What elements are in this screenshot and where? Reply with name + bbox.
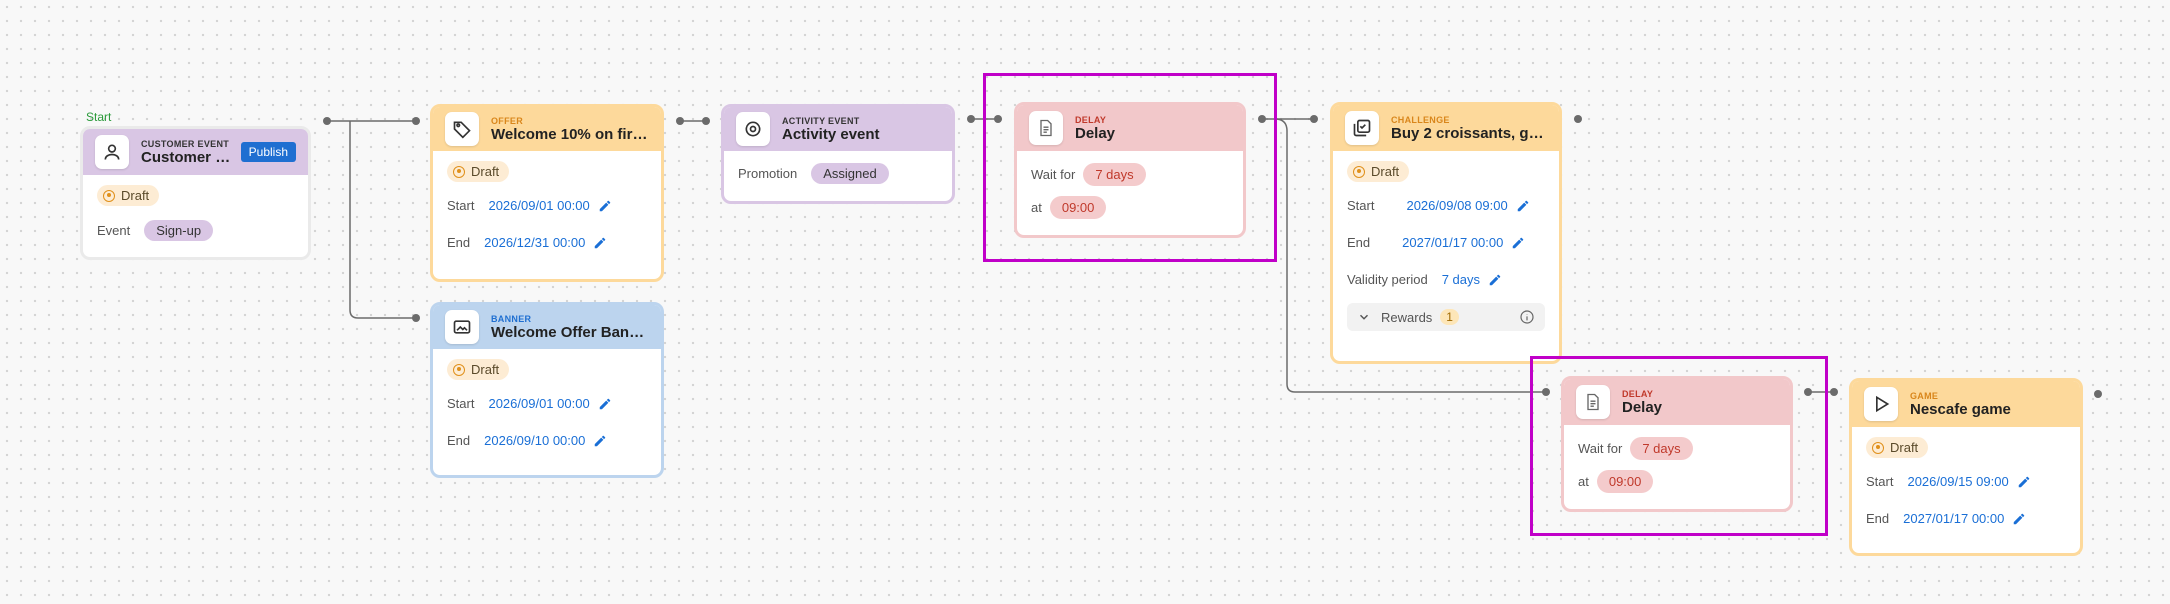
tag-icon <box>445 112 479 146</box>
customer-event-node[interactable]: Customer event Customer event Publish Dr… <box>80 126 311 260</box>
status-badge: Draft <box>447 161 510 182</box>
pencil-icon[interactable] <box>598 397 612 411</box>
output-handle[interactable] <box>967 115 975 123</box>
rewards-label: Rewards <box>1381 309 1433 325</box>
start-label: Start <box>447 198 475 213</box>
output-handle[interactable] <box>1574 115 1582 123</box>
end-label: End <box>1347 235 1371 250</box>
pencil-icon[interactable] <box>593 236 607 250</box>
play-icon <box>1864 387 1898 421</box>
node-title: Customer event <box>141 148 233 166</box>
start-label: Start <box>86 110 112 124</box>
pencil-icon[interactable] <box>1516 199 1530 213</box>
draft-icon <box>103 189 115 202</box>
node-title: Nescafe game <box>1910 400 2011 418</box>
draft-icon <box>453 165 465 178</box>
end-date[interactable]: 2027/01/17 00:00 <box>1903 511 2004 526</box>
chevron-down-icon[interactable] <box>1357 310 1371 324</box>
event-value: Sign-up <box>144 220 214 241</box>
start-label: Start <box>1866 474 1894 489</box>
input-handle[interactable] <box>1830 388 1838 396</box>
node-type: Banner <box>491 313 532 324</box>
end-date[interactable]: 2026/09/10 00:00 <box>484 433 585 448</box>
node-title: Welcome 10% on first bas... <box>491 125 649 143</box>
target-icon <box>736 112 770 146</box>
start-label: Start <box>1347 198 1375 213</box>
start-date[interactable]: 2026/09/01 00:00 <box>488 198 589 213</box>
banner-node[interactable]: Banner Welcome Offer Banner Draft Start 2… <box>430 302 664 478</box>
start-date[interactable]: 2026/09/08 09:00 <box>1406 198 1507 213</box>
pencil-icon[interactable] <box>2017 475 2031 489</box>
start-date[interactable]: 2026/09/01 00:00 <box>488 396 589 411</box>
pencil-icon[interactable] <box>1488 273 1502 287</box>
node-type: Activity event <box>782 115 860 126</box>
info-icon[interactable] <box>1519 309 1535 325</box>
promotion-value: Assigned <box>811 163 889 184</box>
end-label: End <box>447 235 471 250</box>
pencil-icon[interactable] <box>1511 236 1525 250</box>
end-date[interactable]: 2026/12/31 00:00 <box>484 235 585 250</box>
offer-node[interactable]: Offer Welcome 10% on first bas... Draft … <box>430 104 664 282</box>
game-node[interactable]: Game Nescafe game Draft Start 2026/09/15 … <box>1849 378 2083 556</box>
start-date[interactable]: 2026/09/15 09:00 <box>1907 474 2008 489</box>
event-label: Event <box>97 223 131 238</box>
node-title: Activity event <box>782 125 880 143</box>
output-handle[interactable] <box>2094 390 2102 398</box>
node-type: Game <box>1910 390 1939 401</box>
node-title: Buy 2 croissants, get 3rd f... <box>1391 124 1547 142</box>
draft-icon <box>1872 441 1884 454</box>
rewards-section[interactable]: Rewards 1 <box>1347 303 1545 331</box>
status-badge: Draft <box>1347 161 1410 182</box>
challenge-node[interactable]: Challenge Buy 2 croissants, get 3rd f...… <box>1330 102 1562 364</box>
draft-icon <box>1353 165 1365 178</box>
status-badge: Draft <box>447 359 510 380</box>
node-title: Welcome Offer Banner <box>491 323 649 341</box>
rewards-count: 1 <box>1440 309 1459 325</box>
input-handle[interactable] <box>1310 115 1318 123</box>
checklist-icon <box>1345 111 1379 145</box>
pencil-icon[interactable] <box>598 199 612 213</box>
activity-event-node[interactable]: Activity event Activity event Promotion A… <box>721 104 955 204</box>
publish-button[interactable]: Publish <box>240 142 296 162</box>
promotion-label: Promotion <box>738 166 798 181</box>
input-handle[interactable] <box>412 117 420 125</box>
selection-highlight <box>983 73 1277 262</box>
output-handle[interactable] <box>676 117 684 125</box>
node-type: Customer event <box>141 138 230 149</box>
draft-icon <box>453 363 465 376</box>
status-badge: Draft <box>97 185 160 206</box>
node-type: Offer <box>491 115 523 126</box>
status-badge: Draft <box>1866 437 1929 458</box>
pencil-icon[interactable] <box>593 434 607 448</box>
end-date[interactable]: 2027/01/17 00:00 <box>1402 235 1503 250</box>
output-handle[interactable] <box>323 117 331 125</box>
node-type: Challenge <box>1391 114 1450 125</box>
input-handle[interactable] <box>412 314 420 322</box>
end-label: End <box>1866 511 1890 526</box>
image-icon <box>445 310 479 344</box>
pencil-icon[interactable] <box>2012 512 2026 526</box>
input-handle[interactable] <box>702 117 710 125</box>
validity-value[interactable]: 7 days <box>1442 272 1480 287</box>
edge-customer-banner <box>349 121 415 319</box>
start-label: Start <box>447 396 475 411</box>
selection-highlight <box>1530 356 1828 536</box>
user-icon <box>95 135 129 169</box>
end-label: End <box>447 433 471 448</box>
validity-label: Validity period <box>1347 272 1428 287</box>
